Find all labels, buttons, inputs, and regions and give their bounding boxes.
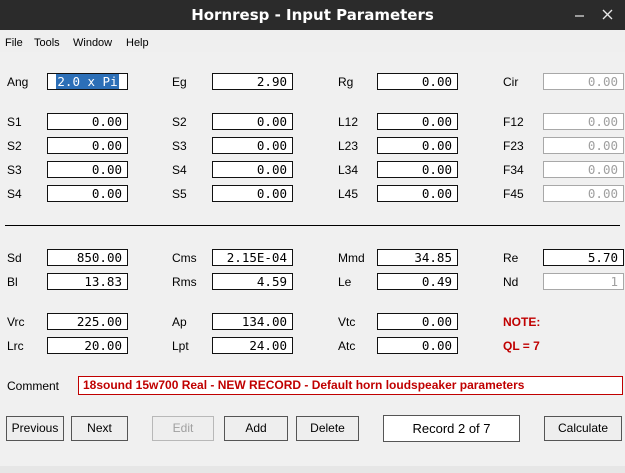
param-field-f45: 0.00 — [543, 185, 624, 202]
delete-button-label: Delete — [310, 421, 345, 435]
param-label-nd: Nd — [503, 275, 519, 289]
param-value-ang: 2.0 x Pi — [56, 74, 119, 89]
param-field-s1[interactable]: 0.00 — [47, 113, 128, 130]
add-button[interactable]: Add — [224, 416, 288, 441]
next-button-label: Next — [87, 421, 112, 435]
param-label-le: Le — [338, 275, 352, 289]
param-field-mmd[interactable]: 34.85 — [377, 249, 458, 266]
param-label-atc: Atc — [338, 339, 356, 353]
add-button-label: Add — [245, 421, 267, 435]
param-field-ang[interactable]: 2.0 x Pi — [47, 73, 128, 90]
param-label-ap: Ap — [172, 315, 187, 329]
edit-button: Edit — [152, 416, 214, 441]
calculate-button[interactable]: Calculate — [544, 416, 622, 441]
close-icon[interactable] — [598, 5, 618, 25]
param-label-vrc: Vrc — [7, 315, 25, 329]
param-label-l23: L23 — [338, 139, 359, 153]
section-divider — [5, 225, 620, 226]
param-label-s1: S1 — [7, 115, 22, 129]
param-field-sd[interactable]: 850.00 — [47, 249, 128, 266]
param-label-cir: Cir — [503, 75, 519, 89]
param-field-cms[interactable]: 2.15E-04 — [212, 249, 293, 266]
param-field-ap[interactable]: 134.00 — [212, 313, 293, 330]
param-field-l34[interactable]: 0.00 — [377, 161, 458, 178]
param-field-eg[interactable]: 2.90 — [212, 73, 293, 90]
menu-bar: File Tools Window Help — [0, 30, 625, 52]
param-label-ang: Ang — [7, 75, 29, 89]
title-bar: Hornresp - Input Parameters — [0, 0, 625, 30]
param-label-f23: F23 — [503, 139, 524, 153]
param-field-nd: 1 — [543, 273, 624, 290]
previous-button[interactable]: Previous — [6, 416, 64, 441]
comment-label: Comment — [7, 379, 60, 393]
param-field-re[interactable]: 5.70 — [543, 249, 624, 266]
menu-help[interactable]: Help — [126, 37, 149, 49]
note-text: QL = 7 — [503, 339, 540, 353]
param-field-lpt[interactable]: 24.00 — [212, 337, 293, 354]
param-field-s4[interactable]: 0.00 — [212, 161, 293, 178]
calculate-button-label: Calculate — [557, 421, 609, 435]
edit-button-label: Edit — [172, 421, 194, 435]
param-field-s2[interactable]: 0.00 — [212, 113, 293, 130]
param-label-re: Re — [503, 251, 519, 265]
param-field-l12[interactable]: 0.00 — [377, 113, 458, 130]
menu-tools[interactable]: Tools — [34, 37, 60, 49]
param-field-atc[interactable]: 0.00 — [377, 337, 458, 354]
param-label-s5: S5 — [172, 187, 187, 201]
param-label-s3-row: S3 — [7, 163, 22, 177]
param-label-bl: Bl — [7, 275, 18, 289]
param-label-f45: F45 — [503, 187, 524, 201]
param-field-rms[interactable]: 4.59 — [212, 273, 293, 290]
param-label-cms: Cms — [172, 251, 197, 265]
param-field-bl[interactable]: 13.83 — [47, 273, 128, 290]
param-label-s4: S4 — [172, 163, 187, 177]
menu-file[interactable]: File — [5, 37, 23, 49]
param-field-s2-row[interactable]: 0.00 — [47, 137, 128, 154]
param-label-l12: L12 — [338, 115, 359, 129]
param-label-s2-row: S2 — [7, 139, 22, 153]
param-label-eg: Eg — [172, 75, 187, 89]
param-field-s5[interactable]: 0.00 — [212, 185, 293, 202]
param-label-rg: Rg — [338, 75, 354, 89]
previous-button-label: Previous — [11, 421, 59, 435]
record-indicator: Record 2 of 7 — [383, 415, 520, 442]
param-label-lrc: Lrc — [7, 339, 24, 353]
param-label-f12: F12 — [503, 115, 524, 129]
param-field-cir: 0.00 — [543, 73, 624, 90]
window-title: Hornresp - Input Parameters — [191, 6, 434, 24]
delete-button[interactable]: Delete — [296, 416, 359, 441]
param-field-l23[interactable]: 0.00 — [377, 137, 458, 154]
param-label-lpt: Lpt — [172, 339, 189, 353]
param-label-sd: Sd — [7, 251, 22, 265]
param-field-vrc[interactable]: 225.00 — [47, 313, 128, 330]
param-field-s4-row[interactable]: 0.00 — [47, 185, 128, 202]
menu-window[interactable]: Window — [73, 37, 112, 49]
param-label-s4-row: S4 — [7, 187, 22, 201]
comment-field[interactable]: 18sound 15w700 Real - NEW RECORD - Defau… — [78, 376, 623, 395]
minimize-icon[interactable] — [570, 5, 590, 25]
param-label-s2: S2 — [172, 115, 187, 129]
param-label-s3: S3 — [172, 139, 187, 153]
param-label-l34: L34 — [338, 163, 359, 177]
param-label-vtc: Vtc — [338, 315, 356, 329]
param-label-l45: L45 — [338, 187, 359, 201]
param-field-s3[interactable]: 0.00 — [212, 137, 293, 154]
param-label-rms: Rms — [172, 275, 197, 289]
param-label-f34: F34 — [503, 163, 524, 177]
param-field-f23: 0.00 — [543, 137, 624, 154]
note-label: NOTE: — [503, 315, 541, 329]
param-field-le[interactable]: 0.49 — [377, 273, 458, 290]
param-field-lrc[interactable]: 20.00 — [47, 337, 128, 354]
param-field-s3-row[interactable]: 0.00 — [47, 161, 128, 178]
window-bottom-edge — [0, 466, 625, 473]
input-parameters-panel: Ang 2.0 x Pi Eg 2.90 Rg 0.00 Cir 0.00 S1… — [0, 52, 625, 473]
next-button[interactable]: Next — [71, 416, 128, 441]
param-field-f34: 0.00 — [543, 161, 624, 178]
param-field-f12: 0.00 — [543, 113, 624, 130]
param-field-l45[interactable]: 0.00 — [377, 185, 458, 202]
param-field-vtc[interactable]: 0.00 — [377, 313, 458, 330]
param-field-rg[interactable]: 0.00 — [377, 73, 458, 90]
param-label-mmd: Mmd — [338, 251, 365, 265]
